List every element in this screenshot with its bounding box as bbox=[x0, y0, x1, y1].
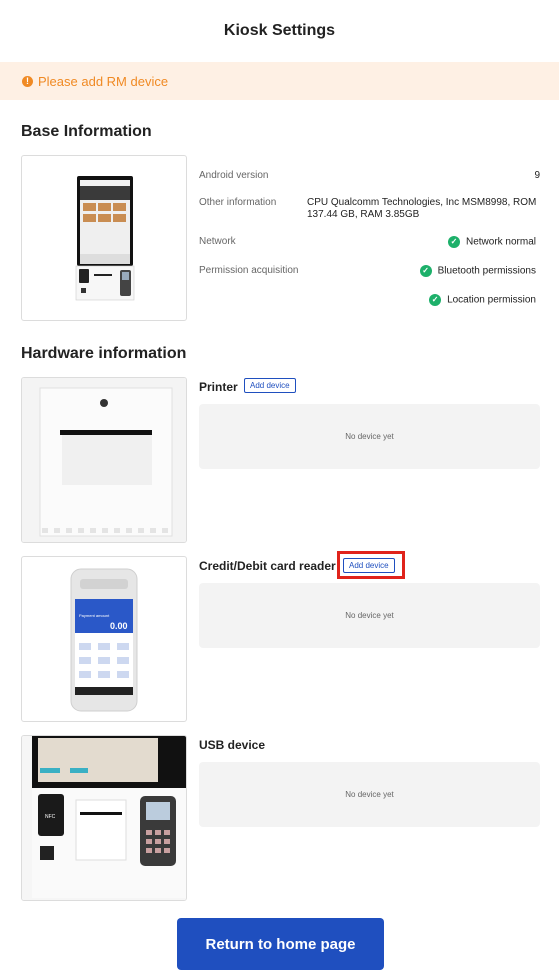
kiosk-closeup-illustration: NFC bbox=[22, 736, 186, 900]
network-status: ✓ Network normal bbox=[447, 236, 536, 248]
permission-label: Permission acquisition bbox=[199, 265, 299, 276]
printer-add-device-button[interactable]: Add device bbox=[244, 378, 296, 393]
printer-title: Printer bbox=[199, 380, 238, 394]
page-title: Kiosk Settings bbox=[223, 22, 336, 39]
printer-empty-state: No device yet bbox=[199, 404, 540, 469]
printer-empty-text: No device yet bbox=[345, 432, 394, 441]
network-label: Network bbox=[199, 236, 236, 247]
return-home-button[interactable]: Return to home page bbox=[177, 918, 384, 970]
warning-text: Please add RM device bbox=[38, 73, 169, 89]
kiosk-image bbox=[21, 155, 187, 321]
usb-device-image: NFC bbox=[21, 735, 187, 901]
exclamation-icon: ! bbox=[22, 75, 33, 87]
card-reader-title: Credit/Debit card reader bbox=[199, 559, 336, 573]
pos-terminal-illustration: Payment amount 0.00 bbox=[70, 568, 138, 712]
hardware-info-title: Hardware information bbox=[21, 345, 187, 362]
printer-illustration bbox=[22, 378, 186, 542]
bluetooth-permission-text: Bluetooth permissions bbox=[437, 265, 536, 277]
header-bar: Kiosk Settings bbox=[0, 0, 559, 63]
check-circle-icon: ✓ bbox=[447, 236, 460, 248]
usb-device-title: USB device bbox=[199, 738, 266, 752]
svg-text:NFC: NFC bbox=[45, 814, 56, 820]
other-info-label: Other information bbox=[199, 197, 277, 208]
bluetooth-permission: ✓ Bluetooth permissions bbox=[419, 265, 536, 277]
other-info-value-line1: CPU Qualcomm Technologies, Inc MSM8998, … bbox=[307, 197, 537, 208]
location-permission-text: Location permission bbox=[447, 294, 536, 306]
location-permission: ✓ Location permission bbox=[429, 294, 536, 306]
card-reader-empty-text: No device yet bbox=[345, 611, 394, 620]
base-info-title: Base Information bbox=[21, 123, 152, 140]
kiosk-illustration bbox=[75, 176, 135, 301]
printer-image bbox=[21, 377, 187, 543]
warning-banner: ! Please add RM device bbox=[0, 62, 559, 100]
card-reader-add-device-button[interactable]: Add device bbox=[343, 558, 395, 573]
android-version-label: Android version bbox=[199, 170, 269, 181]
card-reader-empty-state: No device yet bbox=[199, 583, 540, 648]
check-circle-icon: ✓ bbox=[429, 294, 442, 306]
check-circle-icon: ✓ bbox=[419, 265, 432, 277]
card-reader-image: Payment amount 0.00 bbox=[21, 556, 187, 722]
usb-device-empty-text: No device yet bbox=[345, 790, 394, 799]
other-info-value-line2: 137.44 GB, RAM 3.85GB bbox=[307, 209, 420, 220]
svg-text:Payment amount: Payment amount bbox=[79, 613, 110, 618]
svg-text:0.00: 0.00 bbox=[110, 621, 128, 631]
usb-device-empty-state: No device yet bbox=[199, 762, 540, 827]
network-status-text: Network normal bbox=[465, 236, 536, 248]
android-version-value: 9 bbox=[534, 170, 540, 181]
